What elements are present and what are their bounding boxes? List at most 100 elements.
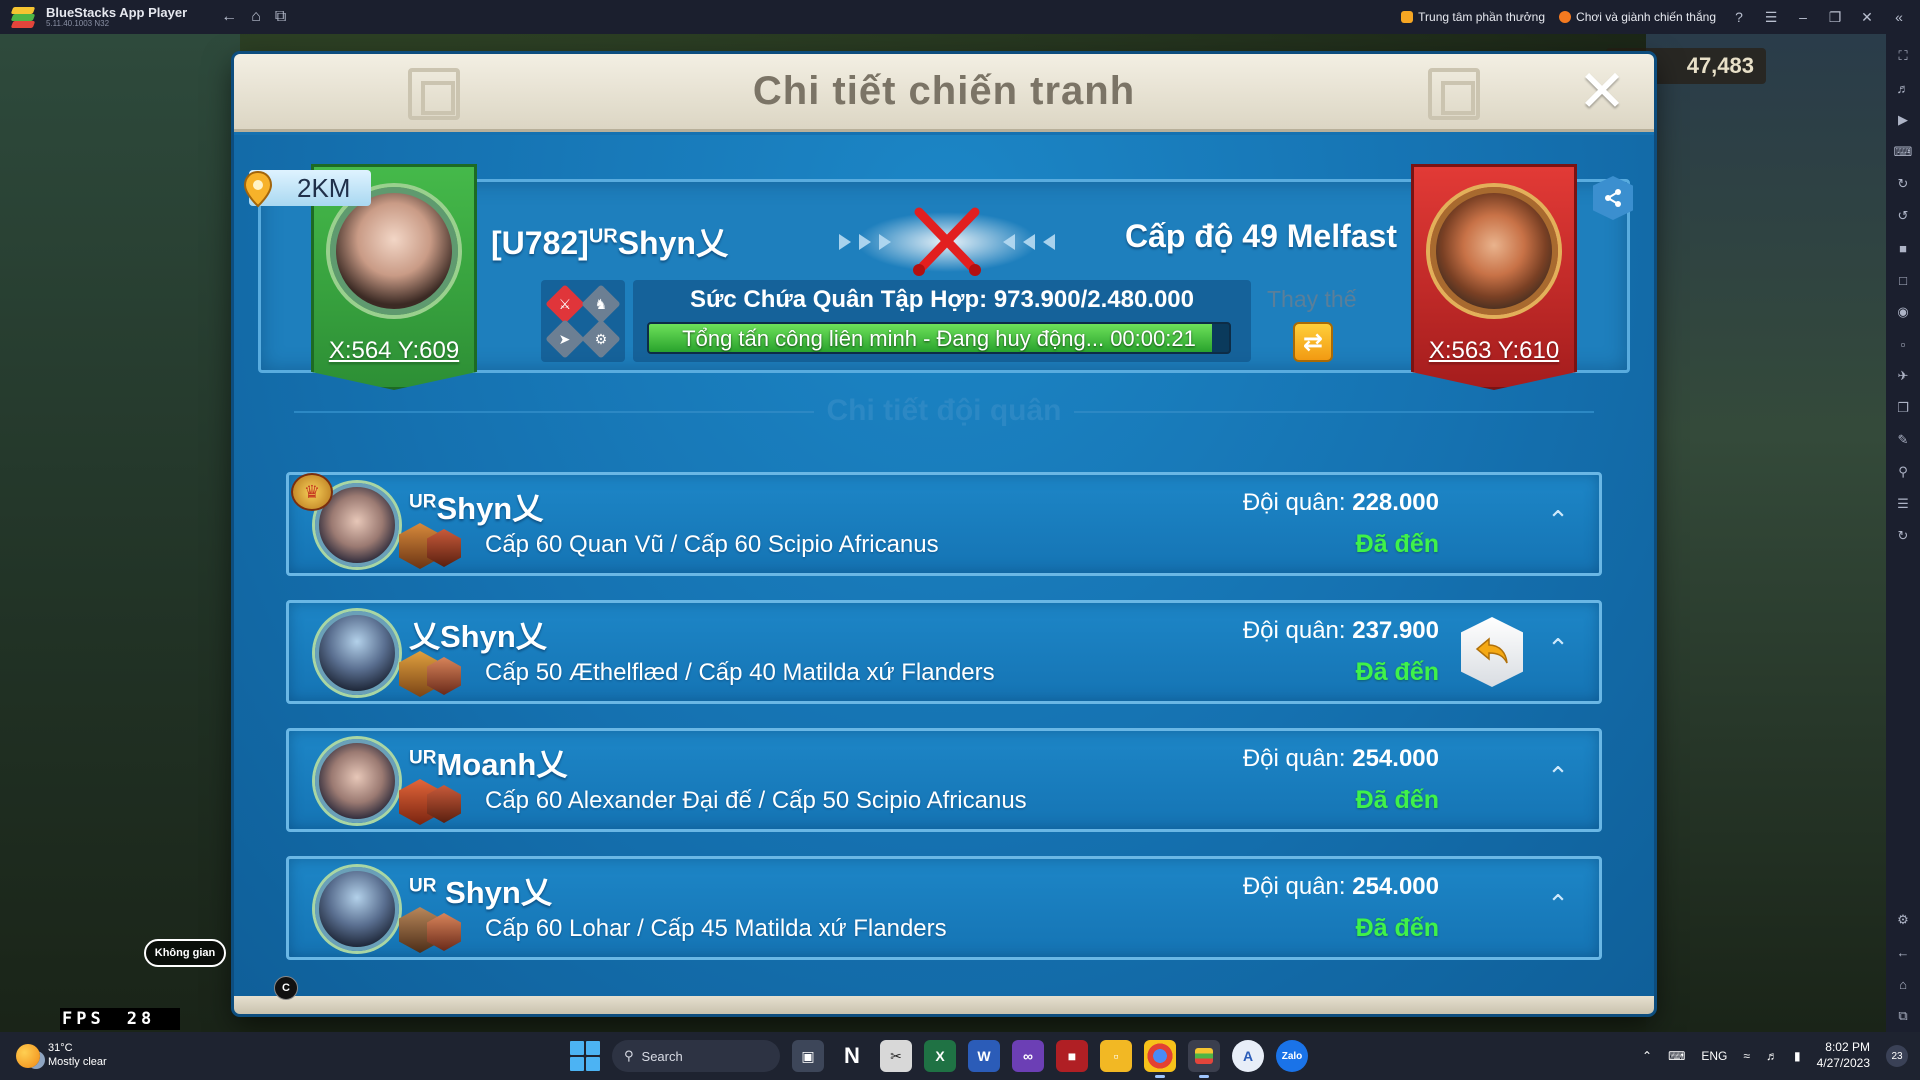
sidebar-recents-icon[interactable]: ⧉ [1892, 1005, 1914, 1027]
troop-type-icons: ⚔ ♞ ➤ ⚙ [541, 280, 625, 362]
collapse-sidebar-icon[interactable]: « [1890, 9, 1908, 25]
close-dialog-button[interactable]: ✕ [1576, 63, 1628, 121]
swap-arrows-icon: ⇄ [1302, 328, 1324, 356]
troop-row[interactable]: ♛ URShyn乂 Cấp 60 Quan Vũ / Cấp 60 Scipio… [286, 472, 1602, 576]
map-background-right [1646, 34, 1886, 1032]
speaker-icon[interactable]: ♬ [1766, 1049, 1778, 1063]
help-icon[interactable]: ? [1730, 9, 1748, 25]
keyboard-icon[interactable]: ⌨ [1668, 1049, 1685, 1063]
screenshot-icon[interactable]: ◉ [1892, 301, 1914, 323]
folder-icon[interactable]: ▫ [1892, 333, 1914, 355]
dialog-title: Chi tiết chiến tranh [752, 69, 1136, 113]
attacker-coordinates-link[interactable]: X:564 Y:609 [314, 337, 474, 365]
game-controls-icon[interactable]: ■ [1892, 237, 1914, 259]
eco-mode-icon[interactable]: ✎ [1892, 429, 1914, 451]
notification-badge[interactable]: 23 [1886, 1045, 1908, 1067]
title-actions: Trung tâm phần thưởng Chơi và giành chiế… [1401, 9, 1920, 26]
map-background-left [0, 34, 240, 1032]
rewards-center-label: Trung tâm phần thưởng [1418, 10, 1546, 24]
defender-name: Cấp độ 49 Melfast [1124, 218, 1397, 254]
screen-record-icon[interactable]: ▶ [1892, 109, 1914, 131]
home-icon[interactable]: ⌂ [251, 8, 261, 26]
defender-coordinates-link[interactable]: X:563 Y:610 [1414, 337, 1574, 365]
macro-icon[interactable]: ↻ [1892, 173, 1914, 195]
replace-swap-button[interactable]: ⇄ [1293, 322, 1333, 362]
taskbar-search[interactable]: ⚲ Search [612, 1040, 780, 1072]
snipping-tool-icon[interactable]: ✂ [880, 1040, 912, 1072]
airplane-mode-icon[interactable]: ✈ [1892, 365, 1914, 387]
bluestacks-taskbar-icon[interactable] [1188, 1040, 1220, 1078]
troop-row[interactable]: URMoanh乂 Cấp 60 Alexander Đại đế / Cấp 5… [286, 728, 1602, 832]
settings-gear-icon[interactable]: ⚙ [1892, 909, 1914, 931]
rotate-icon[interactable]: ↻ [1892, 525, 1914, 547]
archer-icon: ➤ [545, 318, 585, 359]
rewards-center-button[interactable]: Trung tâm phần thưởng [1401, 10, 1545, 24]
taskbar-apps: ⚲ Search ▣ N ✂ X W ∞ ■ ▫ A Zalo [570, 1040, 1308, 1078]
recent-apps-icon[interactable]: ⧉ [275, 8, 286, 26]
media-app-icon[interactable]: ■ [1056, 1040, 1088, 1072]
share-button[interactable] [1593, 176, 1633, 220]
visual-studio-icon[interactable]: ∞ [1012, 1040, 1044, 1072]
system-tray: ⌃ ⌨ ENG ≈ ♬ ▮ 8:02 PM 4/27/2023 23 [1642, 1032, 1908, 1080]
excel-icon[interactable]: X [924, 1040, 956, 1072]
clock-date: 4/27/2023 [1816, 1056, 1870, 1070]
layers-icon[interactable]: ☰ [1892, 493, 1914, 515]
recall-troop-button[interactable] [1461, 617, 1523, 687]
language-indicator[interactable]: ENG [1701, 1049, 1727, 1063]
volume-icon[interactable]: ♬ [1892, 77, 1914, 99]
app-title-text: BlueStacks App Player [46, 4, 188, 20]
notion-icon[interactable]: N [836, 1040, 868, 1072]
weather-widget[interactable]: 31°C Mostly clear [16, 1042, 126, 1070]
close-window-icon[interactable]: ✕ [1858, 9, 1876, 26]
chevron-up-icon[interactable]: ⌃ [1543, 633, 1573, 663]
troop-row[interactable]: UR Shyn乂 Cấp 60 Lohar / Cấp 45 Matilda x… [286, 856, 1602, 960]
sidebar-home-icon[interactable]: ⌂ [1892, 973, 1914, 995]
battery-icon[interactable]: ▮ [1794, 1049, 1801, 1063]
multi-instance-icon[interactable]: ❐ [1892, 397, 1914, 419]
keyboard-controls-icon[interactable]: ⌨ [1892, 141, 1914, 163]
space-toggle-button[interactable]: Không gian [144, 939, 226, 967]
location-pin-icon [243, 170, 273, 208]
minimize-icon[interactable]: – [1794, 9, 1812, 25]
task-view-icon[interactable]: ▣ [792, 1040, 824, 1072]
defender-banner[interactable]: X:563 Y:610 [1411, 164, 1577, 390]
chevron-up-icon[interactable]: ⌃ [1543, 505, 1573, 535]
troop-count-value: 228.000 [1352, 489, 1439, 516]
search-label: Search [641, 1048, 683, 1064]
restore-icon[interactable]: ❐ [1826, 9, 1844, 26]
system-clock[interactable]: 8:02 PM 4/27/2023 [1817, 1040, 1870, 1071]
play-win-button[interactable]: Chơi và giành chiến thắng [1559, 10, 1716, 24]
zalo-icon[interactable]: Zalo [1276, 1040, 1308, 1072]
troop-commanders: Cấp 50 Æthelflæd / Cấp 40 Matilda xứ Fla… [485, 659, 995, 686]
player-avatar [315, 611, 399, 695]
rally-progress-bar: Tổng tấn công liên minh - Đang huy động.… [647, 322, 1231, 354]
chevron-up-icon[interactable]: ⌃ [1543, 889, 1573, 919]
word-icon[interactable]: W [968, 1040, 1000, 1072]
sync-icon[interactable]: ↺ [1892, 205, 1914, 227]
chevron-up-icon[interactable]: ⌃ [1543, 761, 1573, 791]
game-viewport[interactable]: 47,483 Chi tiết chiến tranh ✕ X:564 Y:60… [0, 34, 1886, 1032]
troop-count-label: Đội quân: [1242, 617, 1346, 644]
chrome-icon[interactable] [1144, 1040, 1176, 1078]
replace-label: Thay thế [1267, 286, 1357, 312]
windows-start-button[interactable] [570, 1041, 600, 1071]
location-icon[interactable]: ⚲ [1892, 461, 1914, 483]
back-arrow-icon[interactable]: ← [221, 8, 237, 26]
sidebar-back-icon[interactable]: ← [1892, 941, 1914, 963]
troop-row[interactable]: 乂Shyn乂 Cấp 50 Æthelflæd / Cấp 40 Matilda… [286, 600, 1602, 704]
player-name: Shyn乂 [436, 491, 544, 526]
fps-label: FPS [62, 1009, 105, 1029]
rally-progress-text: Tổng tấn công liên minh - Đang huy động.… [682, 326, 1196, 351]
fullscreen-icon[interactable]: ⛶ [1892, 45, 1914, 67]
wifi-icon[interactable]: ≈ [1743, 1049, 1750, 1063]
tray-overflow-chevron-icon[interactable]: ⌃ [1642, 1049, 1652, 1063]
file-explorer-icon[interactable]: ▫ [1100, 1040, 1132, 1072]
troop-count: Đội quân: 254.000 [1243, 745, 1439, 773]
rally-leader-crown-icon: ♛ [291, 473, 333, 511]
apk-install-icon[interactable]: □ [1892, 269, 1914, 291]
search-icon: ⚲ [624, 1048, 634, 1063]
menu-icon[interactable]: ☰ [1762, 9, 1780, 26]
chat-toggle-button[interactable]: C [274, 976, 298, 1000]
store-app-icon[interactable]: A [1232, 1040, 1264, 1072]
app-title-bar: BlueStacks App Player 5.11.40.1003 N32 ←… [0, 0, 1920, 34]
